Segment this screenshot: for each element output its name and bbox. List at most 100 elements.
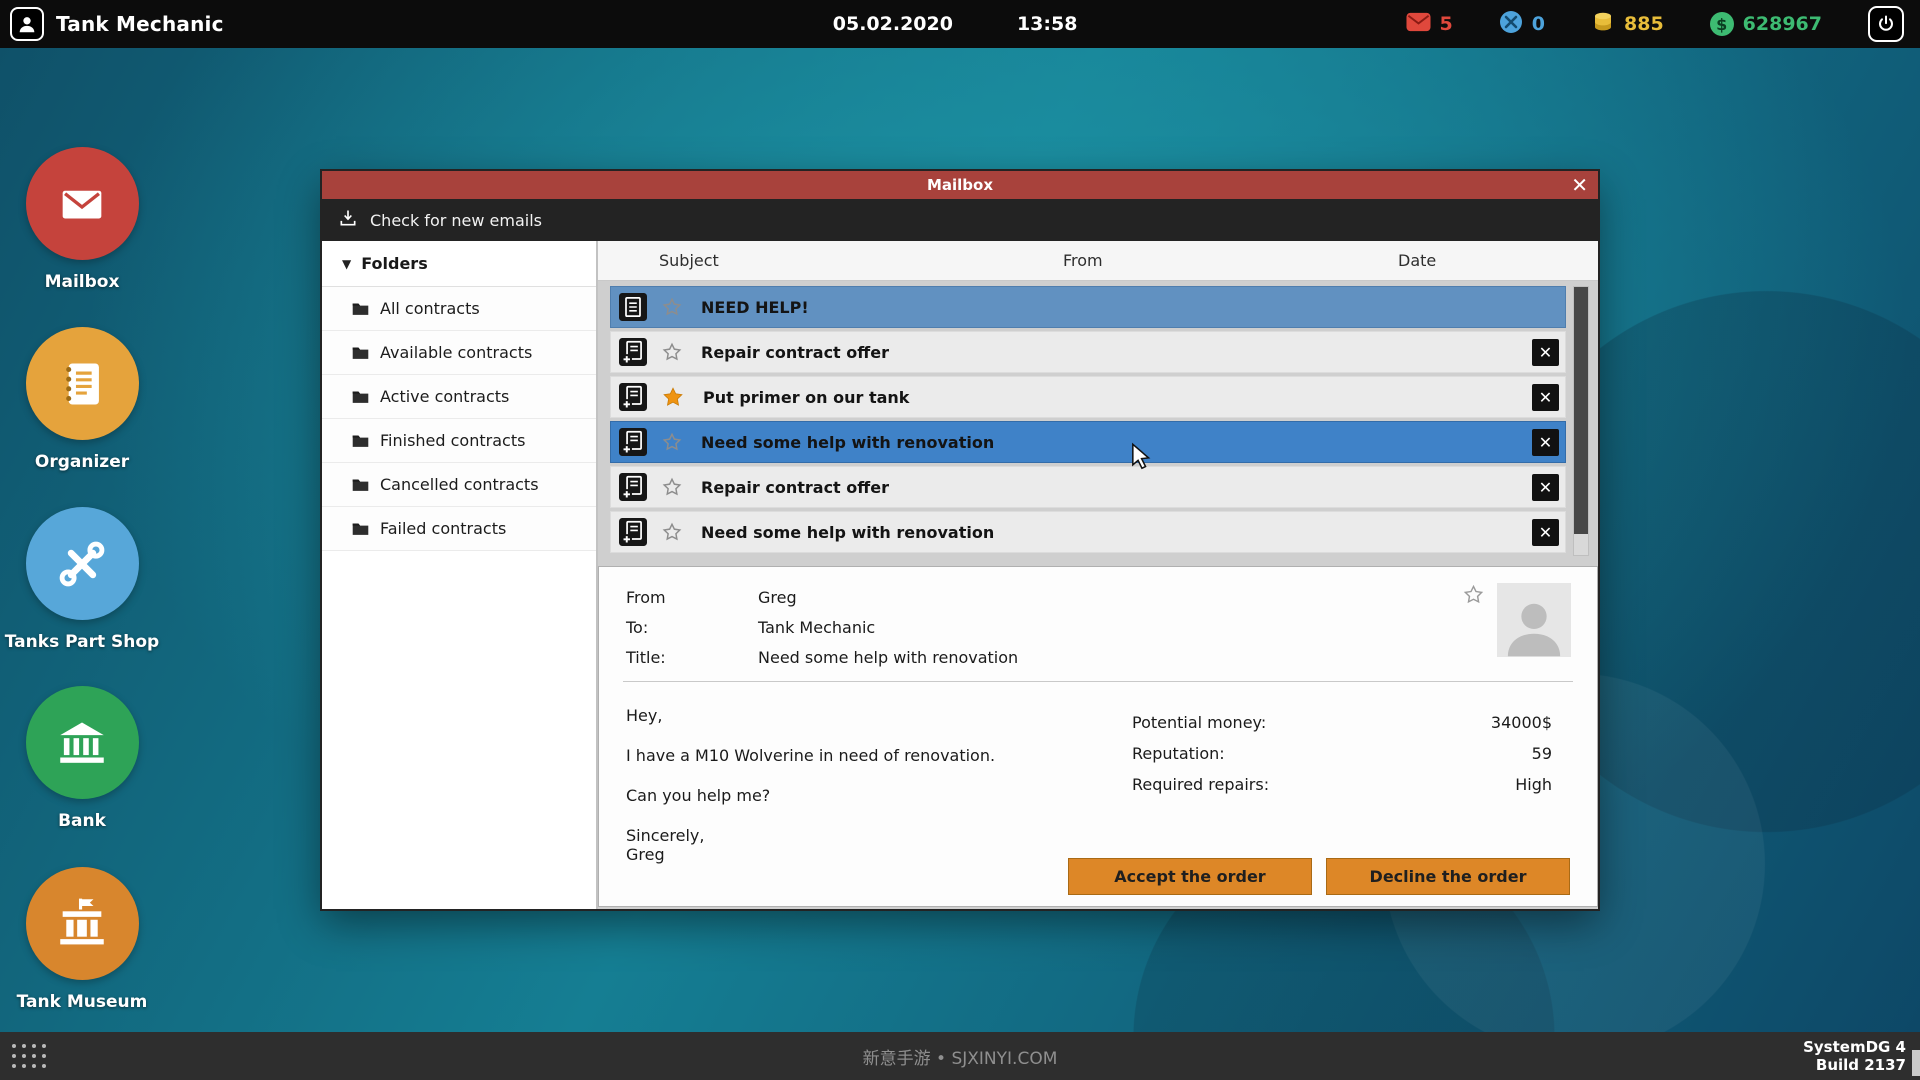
delete-email-button[interactable]: ✕ bbox=[1532, 429, 1559, 456]
email-subject: Repair contract offer bbox=[701, 477, 889, 497]
system-info: SystemDG 4 Build 2137 bbox=[1803, 1038, 1906, 1074]
folder-item-all-contracts[interactable]: All contracts bbox=[322, 287, 596, 331]
delete-email-button[interactable]: ✕ bbox=[1532, 474, 1559, 501]
folder-item-active-contracts[interactable]: Active contracts bbox=[322, 375, 596, 419]
download-icon bbox=[338, 208, 358, 232]
desktop-icon-tank-museum[interactable]: Tank Museum bbox=[1, 867, 163, 1012]
star-outline-icon[interactable] bbox=[661, 296, 683, 318]
delete-email-button[interactable]: ✕ bbox=[1532, 384, 1559, 411]
stat-row: Reputation: 59 bbox=[1132, 738, 1552, 769]
mailbox-icon bbox=[25, 147, 139, 260]
email-row[interactable]: NEED HELP! bbox=[610, 286, 1566, 328]
folder-icon bbox=[352, 521, 369, 536]
app-grid-icon[interactable] bbox=[12, 1044, 46, 1068]
document-plus-icon bbox=[619, 473, 647, 501]
museum-icon bbox=[25, 867, 139, 980]
shop-icon bbox=[25, 507, 139, 620]
folder-icon bbox=[352, 345, 369, 360]
body-paragraph: Hey, bbox=[626, 706, 663, 725]
stat-row: Potential money: 34000$ bbox=[1132, 707, 1552, 738]
star-outline-icon[interactable] bbox=[661, 431, 683, 453]
taskbar: 新意手游 • SJXINYI.COM SystemDG 4 Build 2137 bbox=[0, 1032, 1920, 1080]
folder-list: All contracts Available contracts Active c… bbox=[322, 287, 596, 551]
folder-icon bbox=[352, 477, 369, 492]
check-new-emails-button[interactable]: Check for new emails bbox=[370, 211, 542, 230]
star-outline-icon[interactable] bbox=[661, 521, 683, 543]
folder-label: Failed contracts bbox=[380, 519, 507, 538]
mail-area: Subject From Date NEED HELP! Repair contr… bbox=[598, 241, 1598, 909]
organizer-icon bbox=[25, 327, 139, 440]
dollar-badge-icon: $ bbox=[1709, 12, 1734, 36]
body-paragraph: I have a M10 Wolverine in need of renova… bbox=[626, 746, 996, 765]
close-icon[interactable]: ✕ bbox=[1571, 171, 1588, 199]
desktop-icon-label: Tank Museum bbox=[16, 992, 148, 1012]
stat-value: High bbox=[1515, 775, 1552, 794]
email-subject: Repair contract offer bbox=[701, 342, 889, 362]
bank-icon bbox=[25, 686, 139, 799]
email-row[interactable]: Repair contract offer ✕ bbox=[610, 331, 1566, 373]
mail-badge-icon bbox=[1406, 12, 1431, 37]
desktop-icon-mailbox[interactable]: Mailbox bbox=[1, 147, 163, 292]
watermark: 新意手游 • SJXINYI.COM bbox=[862, 1048, 1058, 1069]
window-titlebar[interactable]: Mailbox ✕ bbox=[322, 171, 1598, 199]
delete-email-button[interactable]: ✕ bbox=[1532, 339, 1559, 366]
power-button[interactable] bbox=[1868, 6, 1904, 42]
repairs-counter: 0 bbox=[1499, 10, 1545, 39]
folder-icon bbox=[352, 301, 369, 316]
folder-item-finished-contracts[interactable]: Finished contracts bbox=[322, 419, 596, 463]
folder-label: Finished contracts bbox=[380, 431, 526, 450]
stat-label: Required repairs: bbox=[1132, 775, 1270, 794]
desktop-icon-label: Mailbox bbox=[44, 272, 120, 292]
scrollbar-thumb[interactable] bbox=[1574, 287, 1588, 534]
time-display: 13:58 bbox=[1016, 13, 1078, 35]
email-row[interactable]: Need some help with renovation ✕ bbox=[610, 421, 1566, 463]
email-detail-panel: From Greg To: Tank Mechanic Title: Need som… bbox=[598, 566, 1598, 907]
document-plus-icon bbox=[619, 518, 647, 546]
coins-badge-icon bbox=[1591, 10, 1615, 39]
email-row[interactable]: Need some help with renovation ✕ bbox=[610, 511, 1566, 553]
scrollbar[interactable] bbox=[1573, 286, 1589, 556]
from-label: From bbox=[626, 588, 666, 607]
stat-row: Required repairs: High bbox=[1132, 769, 1552, 800]
folder-item-failed-contracts[interactable]: Failed contracts bbox=[322, 507, 596, 551]
corner-scrollbar-nub bbox=[1912, 1050, 1920, 1076]
folders-header[interactable]: ▼ Folders bbox=[322, 241, 596, 287]
folder-label: Available contracts bbox=[380, 343, 533, 362]
folder-icon bbox=[352, 433, 369, 448]
email-row[interactable]: Repair contract offer ✕ bbox=[610, 466, 1566, 508]
folder-item-cancelled-contracts[interactable]: Cancelled contracts bbox=[322, 463, 596, 507]
decline-order-button[interactable]: Decline the order bbox=[1326, 858, 1570, 895]
body-paragraph: Can you help me? bbox=[626, 786, 771, 805]
date-display: 05.02.2020 bbox=[832, 13, 953, 35]
to-label: To: bbox=[626, 618, 649, 637]
folder-label: Active contracts bbox=[380, 387, 510, 406]
top-bar: Tank Mechanic 05.02.2020 13:58 5 0 885 $… bbox=[0, 0, 1920, 48]
repairs-badge-icon bbox=[1499, 10, 1523, 39]
desktop-icon-organizer[interactable]: Organizer bbox=[1, 327, 163, 472]
stat-label: Potential money: bbox=[1132, 713, 1267, 732]
desktop-icon-label: Tanks Part Shop bbox=[4, 632, 160, 652]
email-row[interactable]: Put primer on our tank ✕ bbox=[610, 376, 1566, 418]
document-plus-icon bbox=[619, 383, 647, 411]
desktop-icon-tanks-part-shop[interactable]: Tanks Part Shop bbox=[1, 507, 163, 652]
star-filled-icon[interactable] bbox=[661, 385, 685, 409]
star-outline-icon[interactable] bbox=[661, 476, 683, 498]
stat-value: 59 bbox=[1531, 744, 1552, 763]
desktop-icon-label: Bank bbox=[58, 811, 106, 831]
chevron-down-icon: ▼ bbox=[342, 256, 352, 271]
email-body: Hey, I have a M10 Wolverine in need of re… bbox=[599, 682, 1159, 864]
mailbox-window: Mailbox ✕ Check for new emails ▼ Folders… bbox=[322, 171, 1598, 909]
star-icon[interactable] bbox=[1462, 583, 1485, 610]
email-subject: NEED HELP! bbox=[701, 297, 809, 317]
title-label: Title: bbox=[626, 648, 666, 667]
star-outline-icon[interactable] bbox=[661, 341, 683, 363]
desktop-icon-bank[interactable]: Bank bbox=[1, 686, 163, 831]
title-value: Need some help with renovation bbox=[758, 648, 1019, 667]
email-subject: Need some help with renovation bbox=[701, 522, 995, 542]
folder-item-available-contracts[interactable]: Available contracts bbox=[322, 331, 596, 375]
document-plus-icon bbox=[619, 428, 647, 456]
profile-icon[interactable] bbox=[10, 7, 44, 41]
accept-order-button[interactable]: Accept the order bbox=[1068, 858, 1312, 895]
app-title: Tank Mechanic bbox=[56, 12, 224, 36]
delete-email-button[interactable]: ✕ bbox=[1532, 519, 1559, 546]
